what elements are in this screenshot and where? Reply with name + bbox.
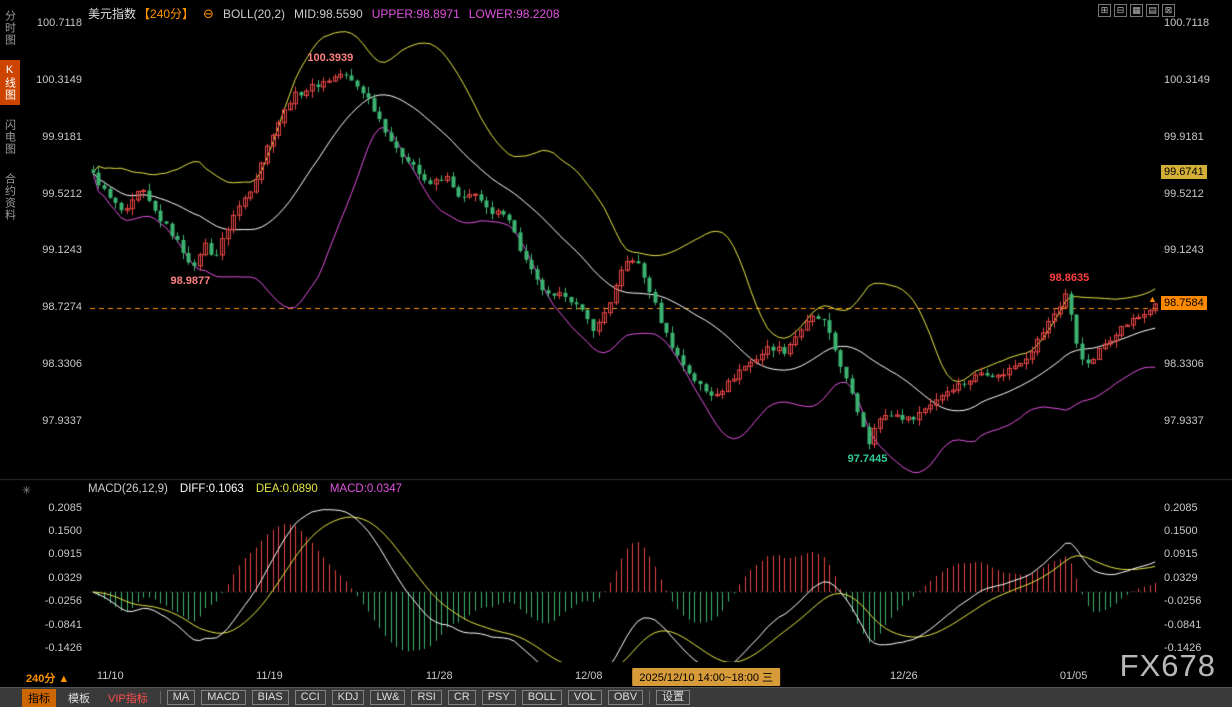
macd-dea-value: DEA:0.0890 [256,483,318,495]
indicator-button-psy[interactable]: PSY [482,690,516,705]
toolbar-separator [649,691,650,704]
chart-app: 分时图 K线图闪电图合约资料 美元指数 【240分】 ⊖ BOLL(20,2) M… [0,0,1232,707]
macd-label-left: 0.2085 [0,502,82,514]
price-label-left: 98.3306 [0,358,82,370]
macd-label-left: -0.1426 [0,642,82,654]
price-label-left: 98.7274 [0,301,82,313]
macd-header: MACD(26,12,9) DIFF:0.1063 DEA:0.0890 MAC… [88,483,402,495]
boll-upper-value: UPPER:98.8971 [372,7,460,21]
price-label-right: 98.3306 [1164,358,1204,370]
price-label-left: 99.1243 [0,244,82,256]
macd-label-left: -0.0841 [0,619,82,631]
zoom-out-icon[interactable]: ⊖ [203,6,214,22]
chart-header: 美元指数 【240分】 ⊖ BOLL(20,2) MID:98.5590 UPP… [88,5,560,22]
indicator-button-rsi[interactable]: RSI [411,690,441,705]
macd-macd-value: MACD:0.0347 [330,483,402,495]
rows-view-icon[interactable]: ▤ [1146,4,1159,17]
period-badge: 【240分】 [138,5,194,22]
indicator-button-kdj[interactable]: KDJ [332,690,365,705]
macd-label-right: 0.2085 [1164,502,1198,514]
price-label-right: 99.1243 [1164,244,1204,256]
indicator-button-ma[interactable]: MA [167,690,196,705]
indicator-button-cr[interactable]: CR [448,690,476,705]
timeframe-label[interactable]: 240分 ▲ [26,670,69,686]
price-label-right: 99.5212 [1164,188,1204,200]
boll-mid-value: MID:98.5590 [294,7,363,21]
macd-label-right: 0.0915 [1164,548,1198,560]
split-panel-icon[interactable]: ⊟ [1114,4,1127,17]
price-label-right: 100.7118 [1164,17,1209,29]
price-label-right: 97.9337 [1164,415,1204,427]
macd-title: MACD(26,12,9) [88,483,168,495]
close-window-icon[interactable]: ⊠ [1162,4,1175,17]
new-window-icon[interactable]: ⊞ [1098,4,1111,17]
sidebar: 分时图 K线图闪电图合约资料 [1,6,18,225]
boll-lower-value: LOWER:98.2208 [469,7,560,21]
watermark: FX678 [1120,648,1216,684]
macd-label-right: 0.1500 [1164,525,1198,537]
time-label: 11/10 [97,670,124,682]
grid-view-icon[interactable]: ▦ [1130,4,1143,17]
time-label: 12/08 [575,670,603,682]
indicator-button-macd[interactable]: MACD [201,690,245,705]
macd-diff-value: DIFF:0.1063 [180,483,244,495]
time-label: 12/26 [890,670,918,682]
sidebar-item-contract-info[interactable]: 合约资料 [0,169,20,225]
symbol-name: 美元指数 [88,5,136,22]
tab-indicators[interactable]: 指标 [22,689,56,707]
tab-vip-indicators[interactable]: VIP指标 [102,689,154,707]
price-label-right: 100.3149 [1164,74,1210,86]
indicator-button-vol[interactable]: VOL [568,690,602,705]
price-axis-right: 100.7118 100.3149 99.9181 99.5212 99.1243 98.… [1162,0,1232,707]
macd-label-left: 0.1500 [0,525,82,537]
price-label-right: 98.7274 [1164,301,1204,313]
sidebar-item-flash-chart[interactable]: 闪电图 [0,115,20,159]
bottom-toolbar: 指标模板 VIP指标 MA MACD BIAS CCI KDJ LW&RSI CR PSY BOLL… [0,687,1232,707]
time-label: 01/05 [1060,670,1088,682]
window-controls: ⊞⊟▦▤⊠ [1098,4,1175,17]
macd-panel-icon: ✳ [22,484,31,497]
macd-label-right: 0.0329 [1164,572,1198,584]
macd-label-right: -0.0256 [1164,595,1201,607]
indicator-button-lw[interactable]: LW& [370,690,405,705]
toolbar-separator [160,691,161,704]
boll-label: BOLL(20,2) [223,7,285,21]
price-label-right: 99.9181 [1164,131,1204,143]
macd-label-left: 0.0329 [0,572,82,584]
crosshair-time-highlight: 2025/12/10 14:00~18:00 三 [632,668,780,686]
time-axis: 240分 ▲ 11/10 11/19 11/28 12/08 12/26 01/05 2025… [0,666,1232,687]
macd-label-left: -0.0256 [0,595,82,607]
main-chart-canvas[interactable] [0,0,1232,707]
sidebar-item-time-chart[interactable]: 分时图 [0,6,20,50]
indicator-button-bias[interactable]: BIAS [252,690,289,705]
indicator-button-obv[interactable]: OBV [608,690,643,705]
sidebar-item-kline-chart[interactable]: K线图 [0,60,20,105]
indicator-button-cci[interactable]: CCI [295,690,326,705]
price-label-left: 97.9337 [0,415,82,427]
macd-label-right: -0.0841 [1164,619,1201,631]
settings-button[interactable]: 设置 [656,690,690,705]
macd-label-left: 0.0915 [0,548,82,560]
time-label: 11/19 [256,670,283,682]
indicator-button-boll[interactable]: BOLL [522,690,562,705]
time-label: 11/28 [426,670,453,682]
tab-template[interactable]: 模板 [62,689,96,707]
